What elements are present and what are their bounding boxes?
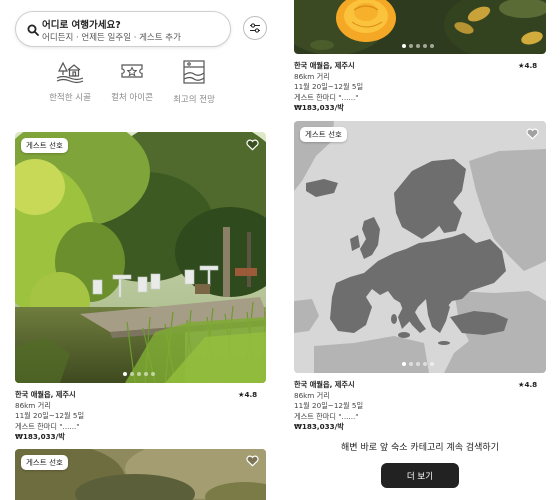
category-label: 최고의 전망 xyxy=(173,95,215,105)
search-bar[interactable]: 어디로 여행가세요? 어디든지 · 언제든 일주일 · 게스트 추가 xyxy=(15,11,231,47)
category-view[interactable]: 최고의 전망 xyxy=(159,58,229,105)
listing-rating: ★4.8 xyxy=(518,380,538,389)
listing-host: 게스트 한마디 "......" xyxy=(294,411,359,421)
garden-photo xyxy=(15,132,266,383)
listing-dates: 11월 20일~12월 5일 xyxy=(294,82,364,91)
listing-rating: ★4.8 xyxy=(518,61,538,70)
listing-host: 게스트 한마디 "......" xyxy=(15,421,80,431)
listing-host: 게스트 한마디 "......" xyxy=(294,92,359,102)
heart-icon[interactable] xyxy=(246,139,259,151)
listing-price: ₩183,033/박 xyxy=(15,432,65,441)
countryside-icon xyxy=(56,61,84,84)
category-countryside[interactable]: 한적한 시골 xyxy=(35,58,105,103)
listing-photo-rose[interactable] xyxy=(294,0,546,54)
listing-distance: 86km 거리 xyxy=(294,71,330,81)
listing-photo-map[interactable]: 게스트 선호 xyxy=(294,121,546,373)
listing-info: 한국 애월읍, 제주시 86km 거리 11월 20일~12월 5일 게스트 한… xyxy=(15,390,84,443)
listing-distance: 86km 거리 xyxy=(15,400,51,410)
listing-price: ₩183,033/박 xyxy=(294,103,344,112)
listing-rating: ★4.8 xyxy=(238,390,258,399)
guest-favorite-badge: 게스트 선호 xyxy=(300,127,347,142)
culture-icon xyxy=(121,64,143,78)
listing-photo-blurred[interactable]: 게스트 선호 xyxy=(15,449,266,500)
guest-favorite-badge: 게스트 선호 xyxy=(21,138,68,153)
carousel-dots xyxy=(402,362,434,366)
listing-location: 한국 애월읍, 제주시 xyxy=(15,390,76,399)
show-more-button[interactable]: 더 보기 xyxy=(381,463,459,488)
listing-location: 한국 애월읍, 제주시 xyxy=(294,380,355,389)
heart-icon[interactable] xyxy=(246,455,259,467)
search-subtitle: 어디든지 · 언제든 일주일 · 게스트 추가 xyxy=(42,33,181,43)
guest-favorite-badge: 게스트 선호 xyxy=(21,455,68,470)
continue-search-text: 해변 바로 앞 숙소 카테고리 계속 검색하기 xyxy=(341,443,499,453)
heart-icon[interactable] xyxy=(526,128,539,140)
listing-location: 한국 애월읍, 제주시 xyxy=(294,61,355,70)
view-icon xyxy=(183,60,205,84)
listing-info: 한국 애월읍, 제주시 86km 거리 11월 20일~12월 5일 게스트 한… xyxy=(294,380,363,433)
search-title: 어디로 여행가세요? xyxy=(42,20,121,31)
category-culture[interactable]: 컬처 아이콘 xyxy=(97,58,167,103)
search-icon xyxy=(27,24,39,36)
listing-info: 한국 애월읍, 제주시 86km 거리 11월 20일~12월 5일 게스트 한… xyxy=(294,61,363,114)
carousel-dots xyxy=(123,372,155,376)
listing-price: ₩183,033/박 xyxy=(294,422,344,431)
filter-icon xyxy=(250,23,260,33)
filter-button[interactable] xyxy=(243,16,267,40)
carousel-dots xyxy=(402,44,434,48)
listing-distance: 86km 거리 xyxy=(294,390,330,400)
category-label: 컬처 아이콘 xyxy=(111,93,153,103)
listing-photo-garden[interactable]: 게스트 선호 xyxy=(15,132,266,383)
listing-dates: 11월 20일~12월 5일 xyxy=(15,411,85,420)
listing-dates: 11월 20일~12월 5일 xyxy=(294,401,364,410)
europe-map xyxy=(294,121,546,373)
category-label: 한적한 시골 xyxy=(49,93,91,103)
